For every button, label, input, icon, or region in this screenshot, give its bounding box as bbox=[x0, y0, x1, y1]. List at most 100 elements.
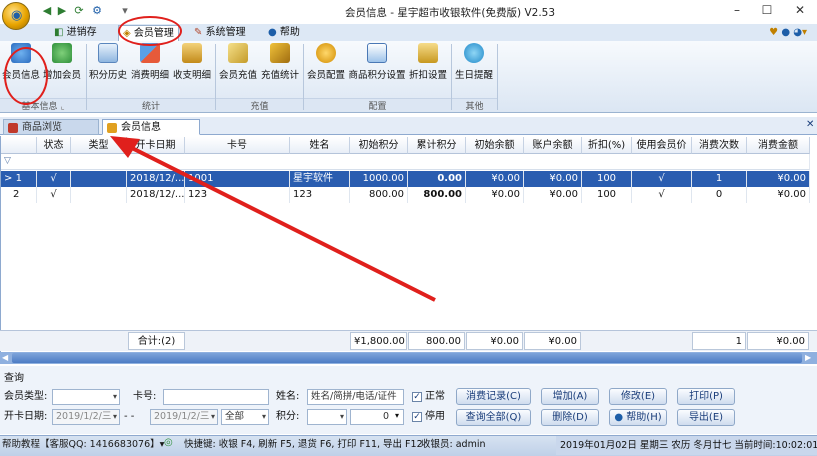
row-2-member-price[interactable]: √ bbox=[632, 187, 692, 203]
maximize-button[interactable]: ☐ bbox=[752, 3, 782, 19]
discount-settings-button[interactable]: 折扣设置 bbox=[408, 43, 448, 91]
row-1-type[interactable] bbox=[71, 171, 127, 187]
product-points-settings-button[interactable]: 商品积分设置 bbox=[348, 43, 406, 91]
row-2-amount[interactable]: ¥0.00 bbox=[747, 187, 810, 203]
ribbon-quick-icons[interactable]: ♥ ● ◕▾ bbox=[769, 27, 807, 38]
minimize-button[interactable]: – bbox=[722, 3, 752, 19]
chevron-down-icon[interactable]: ▾ bbox=[395, 411, 399, 420]
annotation-ring-member-tab bbox=[118, 16, 182, 46]
row-1-count[interactable]: 1 bbox=[692, 171, 747, 187]
col-header-init-balance[interactable]: 初始余额 bbox=[466, 137, 524, 154]
help-tutorial-link[interactable]: 帮助教程【客服QQ: 1416683076】▾ bbox=[2, 438, 164, 452]
tab-help[interactable]: ● 帮助 bbox=[264, 25, 304, 41]
row-1-member-price[interactable]: √ bbox=[632, 171, 692, 187]
consumption-detail-button[interactable]: 消费明细 bbox=[130, 43, 170, 91]
row-2-open-date[interactable]: 2018/12/... bbox=[127, 187, 185, 203]
row-1-balance[interactable]: ¥0.00 bbox=[524, 171, 582, 187]
row-2-card[interactable]: 123 bbox=[185, 187, 290, 203]
col-header-count[interactable]: 消费次数 bbox=[692, 137, 747, 154]
row-1-total-points[interactable]: 0.00 bbox=[408, 171, 466, 187]
col-header-total-points[interactable]: 累计积分 bbox=[408, 137, 466, 154]
discount-settings-label: 折扣设置 bbox=[408, 70, 447, 81]
row-1-number[interactable]: > 1 bbox=[1, 171, 37, 187]
row-2-total-points[interactable]: 800.00 bbox=[408, 187, 466, 203]
add-member-button[interactable]: 增加会员 bbox=[42, 43, 82, 91]
row-2-init-balance[interactable]: ¥0.00 bbox=[466, 187, 524, 203]
member-config-button[interactable]: 会员配置 bbox=[306, 43, 346, 91]
doc-tab-member-info[interactable]: 会员信息 bbox=[102, 119, 200, 135]
add-member-icon bbox=[52, 43, 72, 63]
points-operator-select[interactable]: ▾ bbox=[307, 409, 347, 425]
doc-tab-product-browse[interactable]: 商品浏览 bbox=[3, 119, 99, 135]
scroll-right-icon[interactable]: ▶ bbox=[805, 353, 811, 362]
row-2-type[interactable] bbox=[71, 187, 127, 203]
edit-button[interactable]: 修改(E) bbox=[609, 388, 667, 405]
col-header-status[interactable]: 状态 bbox=[37, 137, 71, 154]
col-header-open-date[interactable]: 开卡日期 bbox=[127, 137, 185, 154]
qat-dropdown-icon[interactable]: ▾ bbox=[118, 4, 132, 18]
row-1-card[interactable]: 1001 bbox=[185, 171, 290, 187]
normal-checkbox[interactable]: ✓ bbox=[412, 392, 422, 402]
col-header-balance[interactable]: 账户余额 bbox=[524, 137, 582, 154]
income-expense-button[interactable]: 收支明细 bbox=[172, 43, 212, 91]
tab-system-management[interactable]: ✎ 系统管理 bbox=[190, 25, 250, 41]
row-2-init-points[interactable]: 800.00 bbox=[350, 187, 408, 203]
col-header-type[interactable]: 类型 bbox=[71, 137, 127, 154]
scrollbar-thumb[interactable] bbox=[12, 353, 802, 363]
scroll-left-icon[interactable]: ◀ bbox=[2, 353, 8, 362]
filter-row[interactable] bbox=[1, 154, 810, 170]
row-1-init-balance[interactable]: ¥0.00 bbox=[466, 171, 524, 187]
card-input[interactable] bbox=[163, 389, 269, 405]
row-1-discount[interactable]: 100 bbox=[582, 171, 632, 187]
name-search-input[interactable]: 姓名/简拼/电话/证件 bbox=[307, 389, 404, 405]
close-button[interactable]: ✕ bbox=[785, 3, 815, 19]
col-header-discount[interactable]: 折扣(%) bbox=[582, 137, 632, 154]
col-header-init-points[interactable]: 初始积分 bbox=[350, 137, 408, 154]
income-expense-label: 收支明细 bbox=[172, 70, 211, 81]
tools-icon[interactable]: ⚙ bbox=[90, 4, 104, 18]
col-header-card[interactable]: 卡号 bbox=[185, 137, 290, 154]
ribbon-separator bbox=[497, 44, 498, 110]
date-to-input[interactable]: 2019/1/2/三 ▾ bbox=[150, 409, 218, 425]
export-button[interactable]: 导出(E) bbox=[677, 409, 735, 426]
points-history-button[interactable]: 积分历史 bbox=[88, 43, 128, 91]
add-button[interactable]: 增加(A) bbox=[541, 388, 599, 405]
range-select[interactable]: 全部 ▾ bbox=[221, 409, 269, 425]
help-button[interactable]: ● 帮助(H) bbox=[609, 409, 667, 426]
forward-icon[interactable]: ▶ bbox=[55, 4, 69, 18]
col-header-amount[interactable]: 消费金额 bbox=[747, 137, 810, 154]
group-recharge: 充值 bbox=[216, 98, 303, 112]
row-2-status[interactable]: √ bbox=[37, 187, 71, 203]
member-recharge-button[interactable]: 会员充值 bbox=[218, 43, 258, 91]
row-2-count[interactable]: 0 bbox=[692, 187, 747, 203]
member-type-select[interactable]: ▾ bbox=[52, 389, 120, 405]
row-2-balance[interactable]: ¥0.00 bbox=[524, 187, 582, 203]
row-1-init-points[interactable]: 1000.00 bbox=[350, 171, 408, 187]
refresh-icon[interactable]: ⟳ bbox=[72, 4, 86, 18]
tab-inventory[interactable]: ◧ 进销存 bbox=[50, 25, 101, 41]
row-2-number[interactable]: 2 bbox=[1, 187, 37, 203]
points-history-icon bbox=[98, 43, 118, 63]
filter-icon[interactable]: ▽ bbox=[4, 156, 11, 166]
col-header-member-price[interactable]: 使用会员价 bbox=[632, 137, 692, 154]
print-button[interactable]: 打印(P) bbox=[677, 388, 735, 405]
group-config-label: 配置 bbox=[368, 102, 387, 112]
row-1-amount[interactable]: ¥0.00 bbox=[747, 171, 810, 187]
app-menu-button[interactable]: ◉ bbox=[2, 2, 30, 30]
consumption-record-button[interactable]: 消费记录(C) bbox=[456, 388, 531, 405]
row-1-status[interactable]: √ bbox=[37, 171, 71, 187]
member-tab-icon bbox=[107, 123, 117, 133]
back-icon[interactable]: ◀ bbox=[40, 4, 54, 18]
disabled-checkbox[interactable]: ✓ bbox=[412, 412, 422, 422]
col-header-name[interactable]: 姓名 bbox=[290, 137, 350, 154]
delete-button[interactable]: 删除(D) bbox=[541, 409, 599, 426]
row-1-open-date[interactable]: 2018/12/... bbox=[127, 171, 185, 187]
birthday-reminder-button[interactable]: 生日提醒 bbox=[454, 43, 494, 91]
row-1-name[interactable]: 星宇软件 bbox=[290, 171, 350, 187]
row-2-name[interactable]: 123 bbox=[290, 187, 350, 203]
row-2-discount[interactable]: 100 bbox=[582, 187, 632, 203]
query-all-button[interactable]: 查询全部(Q) bbox=[456, 409, 531, 426]
close-doc-icon[interactable]: ✕ bbox=[806, 119, 814, 130]
recharge-stats-button[interactable]: 充值统计 bbox=[260, 43, 300, 91]
date-from-input[interactable]: 2019/1/2/三 ▾ bbox=[52, 409, 120, 425]
